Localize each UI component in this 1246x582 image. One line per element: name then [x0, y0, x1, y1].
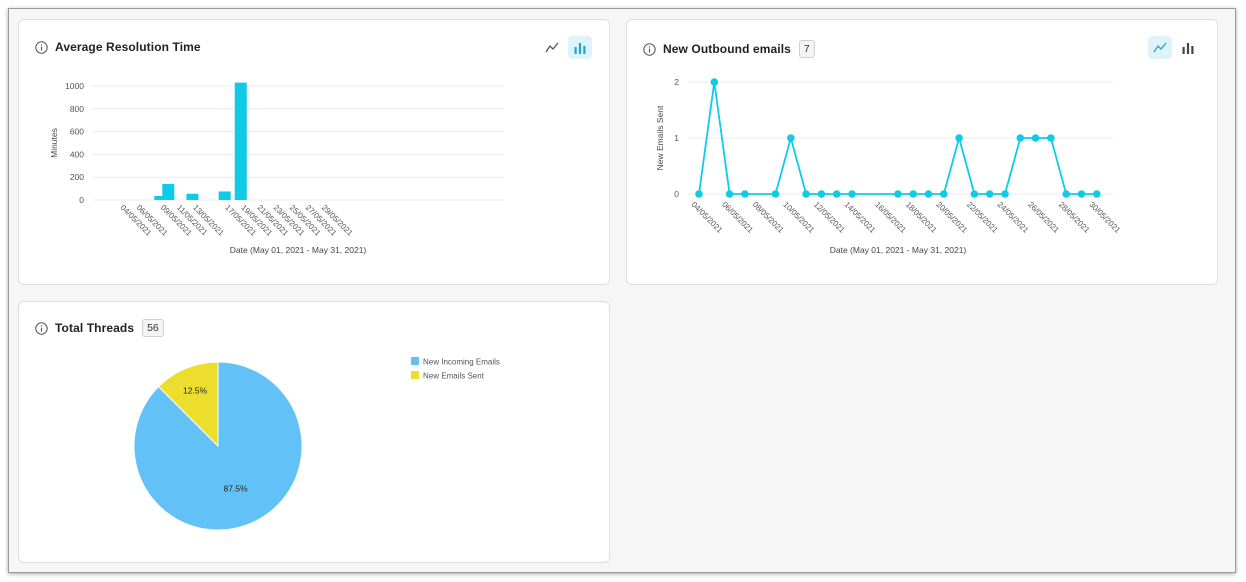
data-point [741, 190, 749, 198]
outbound-line-chart: 0 1 2 04/05/202106/05/202108/05/202110/05/2… [655, 77, 1122, 255]
x-axis-label: Date (May 01, 2021 - May 31, 2021) [230, 245, 367, 255]
data-point [832, 190, 841, 198]
data-point [970, 190, 979, 198]
x-tick-label: 20/05/2021 [934, 200, 969, 235]
slice-label: 87.5% [224, 483, 249, 493]
data-point [725, 190, 734, 198]
y-tick-label: 600 [70, 127, 84, 137]
dashboard-frame: Average Resolution Time 0 200 400 600 800 100… [8, 8, 1236, 573]
data-point [894, 190, 902, 198]
bar [218, 191, 231, 200]
data-point [802, 190, 810, 198]
y-axis-label: Minutes [49, 128, 59, 158]
bar [234, 82, 247, 200]
legend-label: New Incoming Emails [423, 358, 500, 367]
x-tick-label: 22/05/2021 [965, 200, 1000, 235]
resolution-time-card: Average Resolution Time 0 200 400 600 800 100… [18, 19, 610, 285]
data-point [771, 190, 780, 198]
x-axis-label: Date (May 01, 2021 - May 31, 2021) [830, 245, 967, 255]
x-tick-label: 26/05/2021 [1026, 200, 1061, 235]
legend-swatch [411, 371, 419, 379]
y-tick-label: 1000 [65, 81, 84, 91]
data-point [695, 190, 703, 198]
data-point [1001, 190, 1009, 198]
x-tick-label: 08/05/2021 [751, 200, 786, 235]
data-point [909, 190, 917, 198]
x-tick-label: 04/05/2021 [690, 200, 725, 235]
data-point [985, 190, 994, 198]
y-tick-label: 2 [674, 77, 679, 87]
threads-pie-chart: 87.5% 12.5% New Incoming Emails New Emails … [133, 357, 500, 531]
y-tick-label: 0 [79, 195, 84, 205]
x-tick-label: 12/05/2021 [812, 200, 847, 235]
data-point [955, 134, 963, 142]
data-point [1016, 134, 1025, 142]
x-tick-label: 30/05/2021 [1087, 200, 1122, 235]
data-point [710, 78, 719, 86]
x-tick-label: 28/05/2021 [1057, 200, 1092, 235]
legend-swatch [411, 357, 419, 365]
data-point [817, 190, 826, 198]
bar [162, 184, 175, 200]
data-point [940, 190, 948, 198]
data-point [1077, 190, 1086, 198]
data-point [1062, 190, 1070, 198]
x-tick-label: 14/05/2021 [843, 200, 878, 235]
x-tick-label: 24/05/2021 [996, 200, 1031, 235]
y-tick-label: 400 [70, 149, 84, 159]
x-tick-label: 06/05/2021 [720, 200, 755, 235]
bar [186, 193, 199, 200]
resolution-bar-chart: 0200400600800100004/05/202106/05/202109/… [49, 81, 504, 255]
outbound-emails-card: New Outbound emails 7 0 1 2 04/05/2021 06/05… [626, 19, 1218, 285]
x-tick-label: 10/05/2021 [781, 200, 816, 235]
slice-label: 12.5% [183, 386, 208, 396]
y-tick-label: 0 [674, 189, 679, 199]
data-point [787, 134, 795, 142]
data-point [1047, 134, 1055, 142]
data-point [848, 190, 856, 198]
data-point [924, 190, 933, 198]
y-tick-label: 1 [674, 133, 679, 143]
y-tick-label: 200 [70, 172, 84, 182]
data-point [1031, 134, 1040, 142]
legend-label: New Emails Sent [423, 372, 485, 381]
x-tick-label: 16/05/2021 [873, 200, 908, 235]
data-point [1093, 190, 1101, 198]
x-tick-label: 18/05/2021 [904, 200, 939, 235]
total-threads-card: Total Threads 56 87.5% 12.5% New Incoming … [18, 301, 610, 563]
y-axis-label: New Emails Sent [655, 105, 665, 170]
y-tick-label: 800 [70, 104, 84, 114]
